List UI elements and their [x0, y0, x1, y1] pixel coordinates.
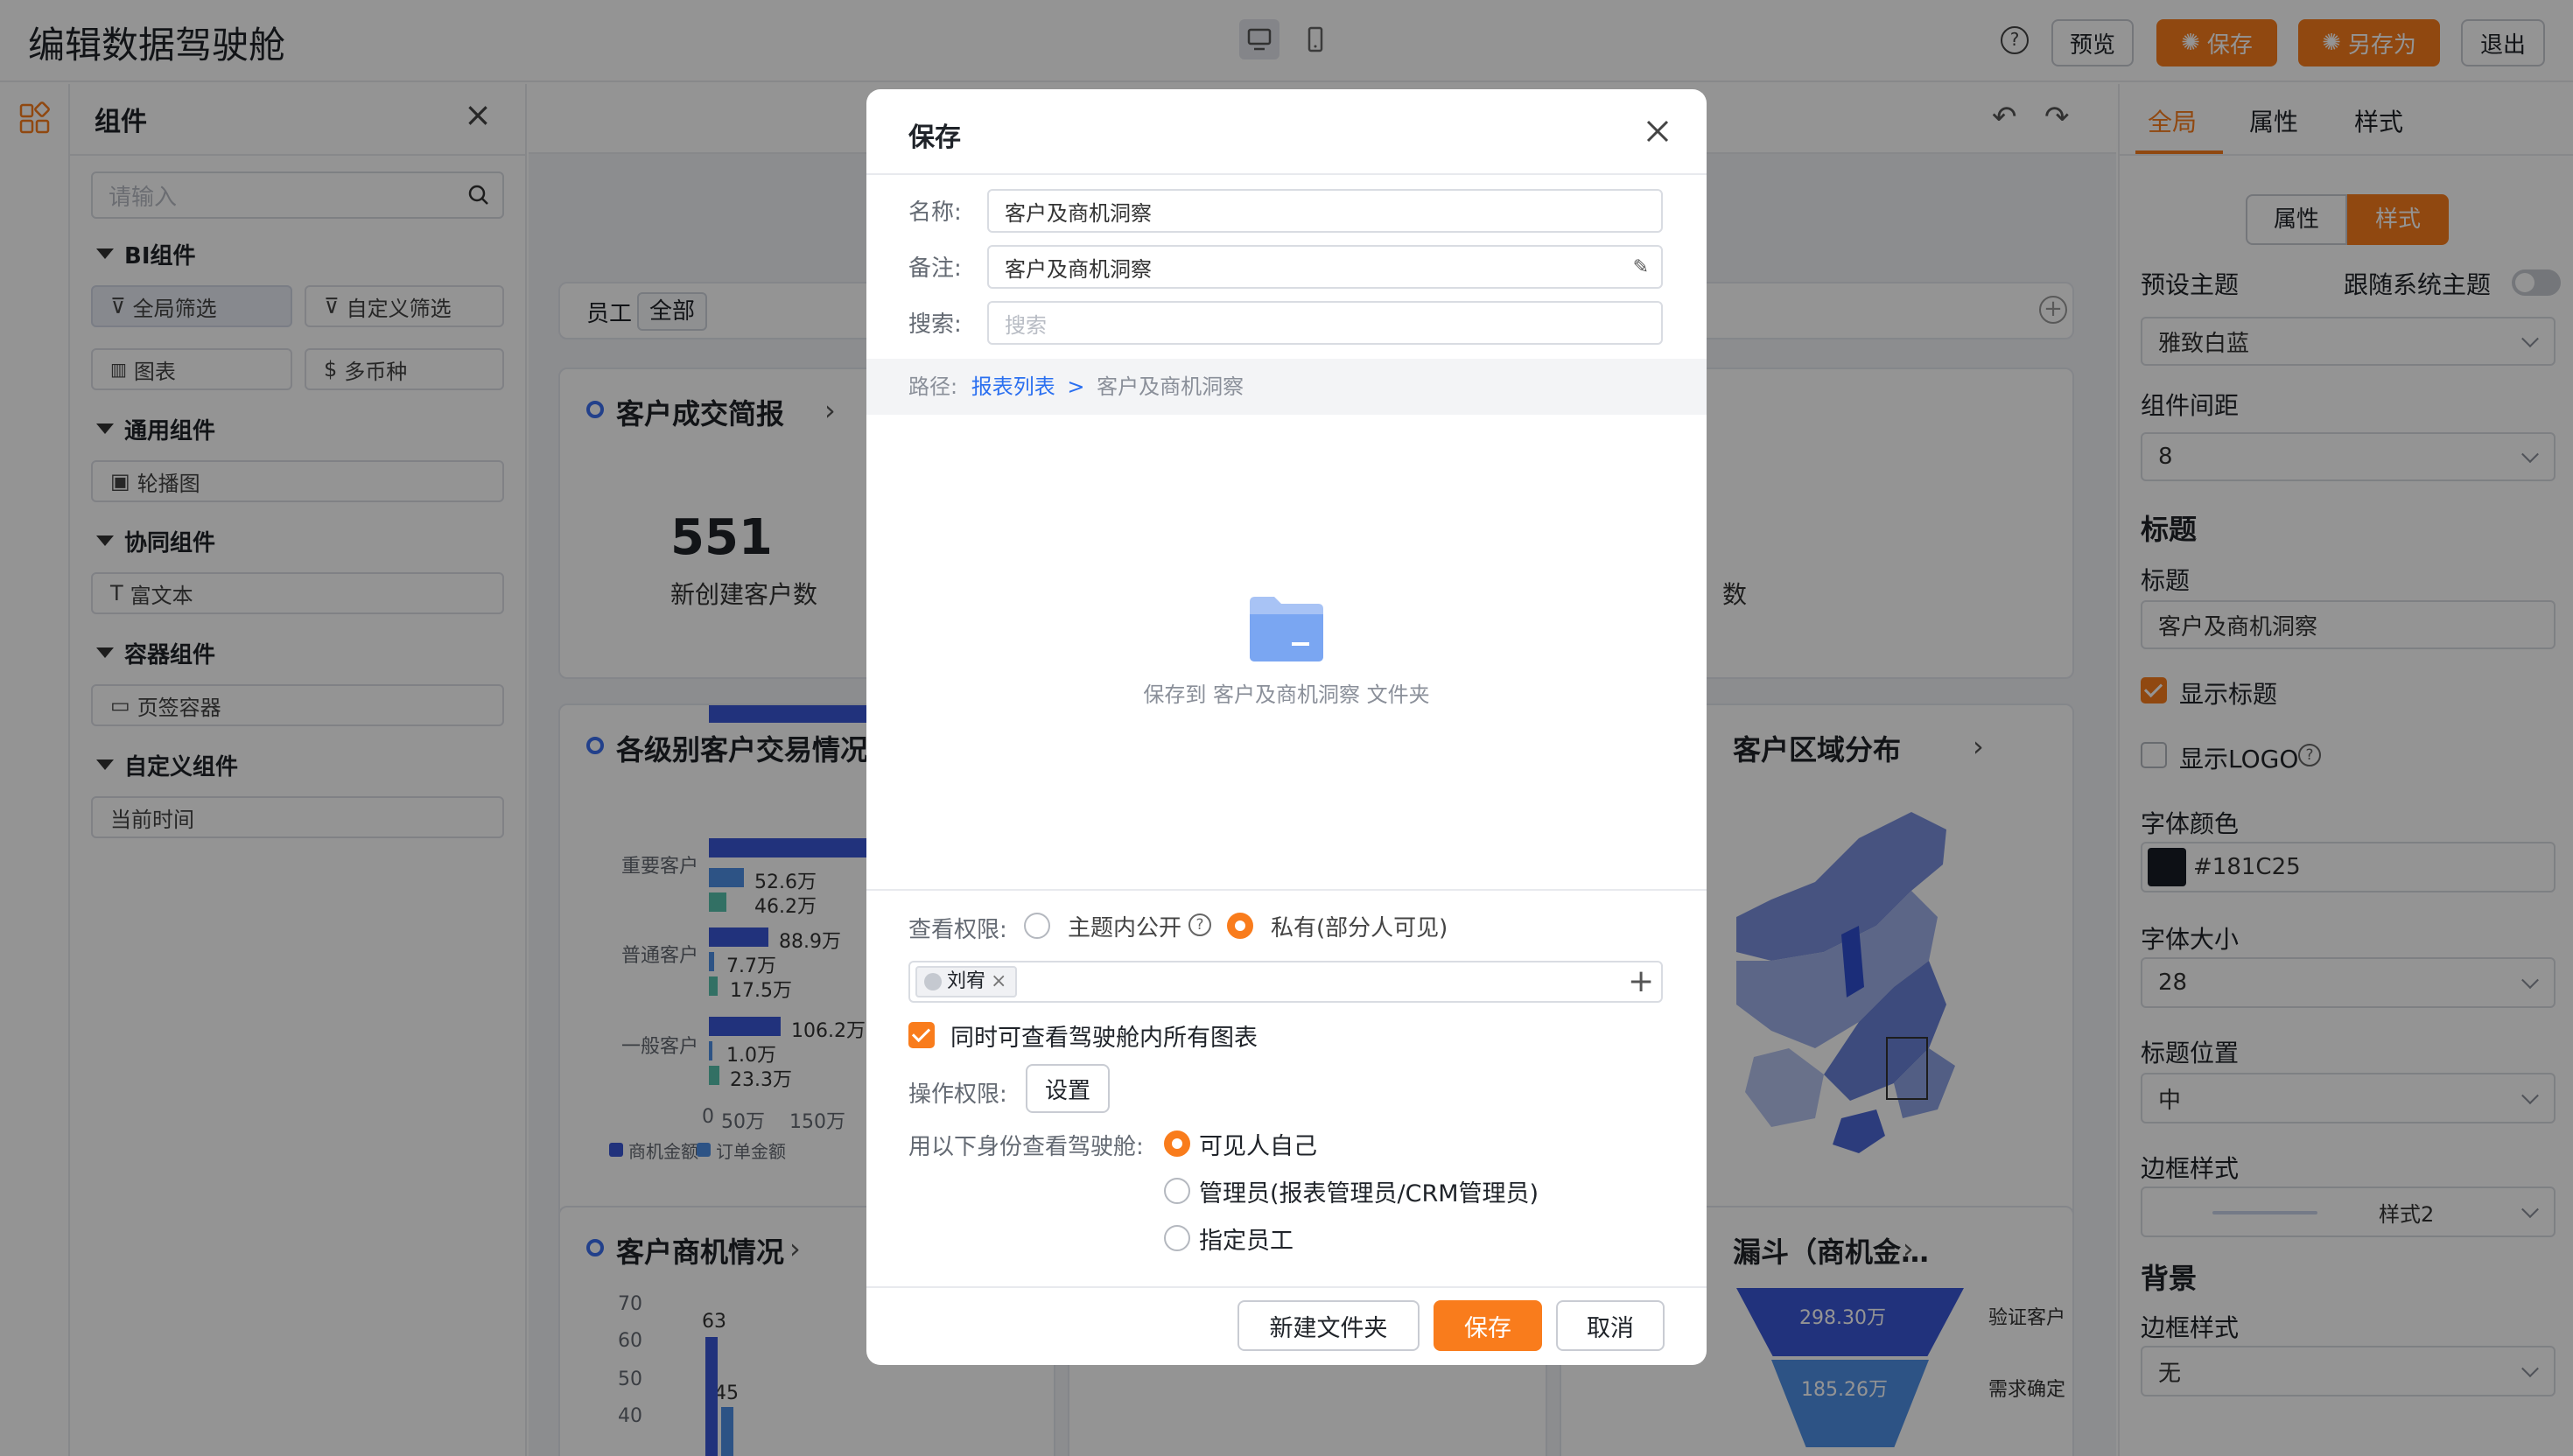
name-label: 名称:: [908, 200, 962, 226]
help-icon[interactable]: ?: [1188, 914, 1211, 936]
identity-admin-label: 管理员(报表管理员/CRM管理员): [1199, 1180, 1539, 1208]
view-all-charts-checkbox[interactable]: [908, 1022, 935, 1048]
search-placeholder: 搜索: [1005, 312, 1047, 338]
dialog-save-button[interactable]: 保存: [1434, 1300, 1542, 1351]
dialog-cancel-button[interactable]: 取消: [1556, 1300, 1665, 1351]
new-folder-button[interactable]: 新建文件夹: [1237, 1300, 1420, 1351]
identity-employee-label: 指定员工: [1199, 1228, 1294, 1255]
perm-private-label: 私有(部分人可见): [1271, 915, 1448, 942]
input-value: 客户及商机洞察: [1005, 256, 1152, 282]
path-bar: 路径: 报表列表 > 客户及商机洞察: [866, 359, 1707, 415]
operation-settings-button[interactable]: 设置: [1026, 1064, 1110, 1113]
identity-admin-radio[interactable]: [1164, 1178, 1190, 1204]
perm-private-radio[interactable]: [1227, 913, 1253, 939]
path-label: 路径:: [908, 374, 958, 399]
folder-caption: 保存到 客户及商机洞察 文件夹: [1143, 682, 1430, 707]
user-tag-name: 刘宥: [947, 970, 986, 992]
input-value: 客户及商机洞察: [1005, 200, 1152, 226]
path-separator: >: [1067, 374, 1085, 399]
identity-self-label: 可见人自己: [1199, 1133, 1317, 1160]
dialog-header-divider: [866, 173, 1707, 175]
identity-label: 用以下身份查看驾驶舱:: [908, 1134, 1144, 1160]
note-input[interactable]: 客户及商机洞察 ✎: [987, 245, 1663, 289]
user-tag[interactable]: 刘宥 ×: [915, 966, 1018, 998]
remove-tag-icon[interactable]: ×: [991, 968, 1006, 996]
name-input[interactable]: 客户及商机洞察: [987, 189, 1663, 233]
search-label: 搜索:: [908, 312, 962, 338]
footer-divider: [866, 1286, 1707, 1288]
view-all-charts-label: 同时可查看驾驶舱内所有图表: [950, 1025, 1258, 1052]
folder-icon[interactable]: [1248, 593, 1325, 663]
note-label: 备注:: [908, 256, 962, 282]
user-picker[interactable]: 刘宥 × +: [908, 961, 1663, 1003]
user-avatar-icon: [924, 973, 942, 990]
perm-public-radio[interactable]: [1024, 913, 1050, 939]
path-link-report-list[interactable]: 报表列表: [971, 374, 1055, 399]
operation-permission-label: 操作权限:: [908, 1082, 1007, 1108]
add-user-icon[interactable]: +: [1628, 964, 1654, 999]
identity-employee-radio[interactable]: [1164, 1225, 1190, 1251]
path-current: 客户及商机洞察: [1097, 374, 1244, 399]
close-icon[interactable]: [1637, 110, 1679, 152]
dialog-title: 保存: [908, 122, 961, 153]
perm-public-label: 主题内公开: [1068, 915, 1182, 942]
folder-search-input[interactable]: 搜索: [987, 301, 1663, 345]
identity-self-radio[interactable]: [1164, 1130, 1190, 1157]
edit-pencil-icon[interactable]: ✎: [1633, 256, 1649, 278]
save-dialog: 保存 名称: 客户及商机洞察 备注: 客户及商机洞察 ✎ 搜索: 搜索 路径: 报…: [866, 89, 1707, 1365]
view-permission-label: 查看权限:: [908, 917, 1007, 943]
permission-divider: [866, 889, 1707, 891]
